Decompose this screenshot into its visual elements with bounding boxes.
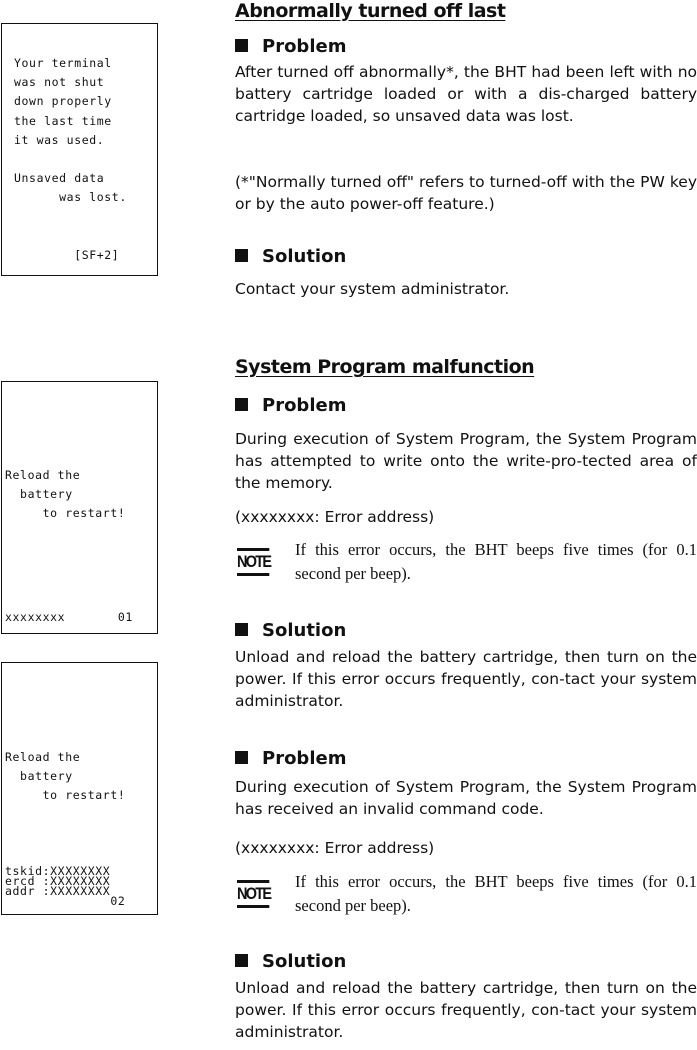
terminal-screen-2: Reload the battery to restart! xxxxxxxx …	[1, 381, 158, 634]
problem-label: Problem	[262, 395, 347, 416]
solution-text: Unload and reload the battery cartridge,…	[235, 979, 697, 1041]
terminal-screen-1: Your terminal was not shut down properly th…	[1, 23, 158, 276]
square-bullet-icon	[235, 954, 248, 967]
screen-line: it was used.	[14, 132, 105, 147]
note-icon: NOTE	[237, 548, 272, 576]
error-address: (xxxxxxxx: Error address)	[235, 839, 435, 857]
square-bullet-icon	[235, 39, 248, 52]
solution-heading: Solution	[235, 951, 346, 972]
screen-line: the last time	[14, 113, 112, 128]
square-bullet-icon	[235, 398, 248, 411]
screen-line: down properly	[14, 94, 112, 109]
screen-error-line: xxxxxxxx 01	[5, 610, 133, 624]
screen-line: battery	[5, 769, 73, 783]
problem-label: Problem	[262, 748, 347, 769]
note-text: If this error occurs, the BHT beeps five…	[295, 540, 697, 583]
solution-label: Solution	[262, 620, 347, 641]
screen-line: Your terminal	[14, 56, 112, 70]
screen-line: was not shut	[14, 75, 105, 90]
square-bullet-icon	[235, 623, 248, 636]
screen-line	[14, 208, 127, 227]
problem-label: Problem	[262, 36, 347, 57]
problem-heading: Problem	[235, 395, 346, 416]
note-block: NOTE If this error occurs, the BHT beeps…	[235, 870, 697, 920]
square-bullet-icon	[235, 751, 248, 764]
problem-text: During execution of System Program, the …	[235, 778, 697, 818]
solution-label: Solution	[262, 951, 347, 972]
problem-text: After turned off abnormally*, the BHT ha…	[235, 63, 697, 125]
square-bullet-icon	[235, 249, 248, 262]
screen-line	[14, 227, 127, 246]
screen-line: to restart!	[5, 788, 126, 802]
screen-line: was lost.	[14, 190, 127, 205]
section-title-system-program: System Program malfunction	[235, 356, 535, 378]
screen-line: Reload the	[5, 750, 81, 764]
screen-line: Reload the	[5, 468, 81, 482]
solution-heading: Solution	[235, 246, 346, 267]
screen-message: Your terminal was not shut down properly th…	[14, 54, 127, 265]
solution-text: Unload and reload the battery cartridge,…	[235, 648, 697, 710]
solution-heading: Solution	[235, 620, 346, 641]
note-icon: NOTE	[237, 880, 272, 908]
error-address: (xxxxxxxx: Error address)	[235, 508, 435, 526]
note-text: If this error occurs, the BHT beeps five…	[295, 872, 697, 915]
footnote: (*"Normally turned off" refers to turned…	[235, 173, 697, 213]
section-title-abnormal-off: Abnormally turned off last	[235, 0, 506, 22]
screen-line: to restart!	[5, 506, 126, 520]
terminal-screen-3: Reload the battery to restart! tskid:XXX…	[1, 662, 158, 915]
screen-line: Unsaved data	[14, 171, 105, 186]
screen-line: battery	[5, 487, 73, 501]
problem-text: During execution of System Program, the …	[235, 430, 697, 492]
solution-text: Contact your system administrator.	[235, 280, 510, 298]
solution-label: Solution	[262, 246, 347, 267]
problem-heading: Problem	[235, 748, 346, 769]
screen-line: [SF+2]	[14, 247, 120, 262]
problem-heading: Problem	[235, 36, 346, 57]
screen-line	[14, 150, 127, 169]
screen-code: 02	[5, 894, 126, 908]
note-block: NOTE If this error occurs, the BHT beeps…	[235, 538, 697, 588]
